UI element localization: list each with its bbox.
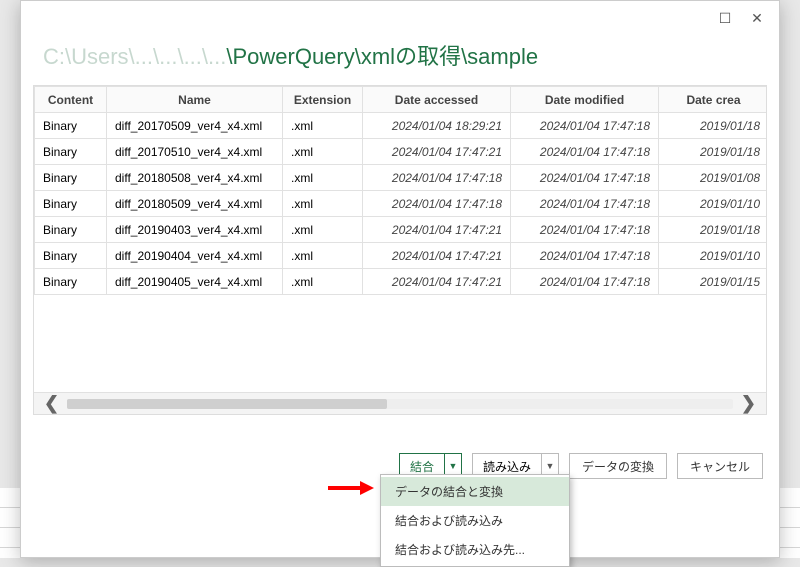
path-visible: \PowerQuery\xmlの取得\sample [226,44,538,69]
cell-ext: .xml [283,269,363,295]
transform-data-button[interactable]: データの変換 [569,453,667,479]
col-extension[interactable]: Extension [283,87,363,113]
col-name[interactable]: Name [107,87,283,113]
cell-accessed: 2024/01/04 17:47:21 [363,269,511,295]
col-created[interactable]: Date crea [659,87,768,113]
cell-ext: .xml [283,243,363,269]
scroll-thumb[interactable] [67,399,387,409]
cell-content: Binary [35,217,107,243]
cell-ext: .xml [283,191,363,217]
cell-name: diff_20180509_ver4_x4.xml [107,191,283,217]
cell-accessed: 2024/01/04 17:47:18 [363,165,511,191]
combine-dropdown-menu: データの結合と変換 結合および読み込み 結合および読み込み先... [380,474,570,567]
cell-ext: .xml [283,165,363,191]
menu-combine-load[interactable]: 結合および読み込み [381,506,569,535]
cell-modified: 2024/01/04 17:47:18 [511,165,659,191]
annotation-arrow [326,479,374,497]
cell-created: 2019/01/18 [659,139,768,165]
cell-created: 2019/01/08 [659,165,768,191]
cell-name: diff_20180508_ver4_x4.xml [107,165,283,191]
cell-created: 2019/01/18 [659,113,768,139]
cell-content: Binary [35,113,107,139]
cell-ext: .xml [283,113,363,139]
close-icon[interactable]: ✕ [743,7,771,29]
cell-accessed: 2024/01/04 17:47:21 [363,217,511,243]
cell-modified: 2024/01/04 17:47:18 [511,217,659,243]
cell-created: 2019/01/15 [659,269,768,295]
col-modified[interactable]: Date modified [511,87,659,113]
menu-combine-transform[interactable]: データの結合と変換 [381,477,569,506]
cell-ext: .xml [283,217,363,243]
cancel-button[interactable]: キャンセル [677,453,763,479]
scroll-left-icon[interactable]: ❮ [44,393,59,414]
cell-name: diff_20190405_ver4_x4.xml [107,269,283,295]
cell-accessed: 2024/01/04 17:47:21 [363,243,511,269]
cell-created: 2019/01/10 [659,191,768,217]
cell-modified: 2024/01/04 17:47:18 [511,243,659,269]
cell-content: Binary [35,191,107,217]
cell-accessed: 2024/01/04 18:29:21 [363,113,511,139]
table-row[interactable]: Binarydiff_20190404_ver4_x4.xml.xml2024/… [35,243,768,269]
table-row[interactable]: Binarydiff_20180509_ver4_x4.xml.xml2024/… [35,191,768,217]
cell-modified: 2024/01/04 17:47:18 [511,269,659,295]
table-row[interactable]: Binarydiff_20180508_ver4_x4.xml.xml2024/… [35,165,768,191]
cell-modified: 2024/01/04 17:47:18 [511,191,659,217]
table-header-row: Content Name Extension Date accessed Dat… [35,87,768,113]
col-accessed[interactable]: Date accessed [363,87,511,113]
path-prefix: C:\Users\...\...\...\... [43,44,226,69]
maximize-icon[interactable]: ☐ [711,7,739,29]
cell-name: diff_20190404_ver4_x4.xml [107,243,283,269]
titlebar: ☐ ✕ [21,1,779,35]
cell-content: Binary [35,269,107,295]
folder-path: C:\Users\...\...\...\...\PowerQuery\xmlの… [21,35,779,85]
cell-content: Binary [35,165,107,191]
table-row[interactable]: Binarydiff_20170510_ver4_x4.xml.xml2024/… [35,139,768,165]
cell-created: 2019/01/18 [659,217,768,243]
menu-combine-load-to[interactable]: 結合および読み込み先... [381,535,569,564]
cell-accessed: 2024/01/04 17:47:21 [363,139,511,165]
scroll-right-icon[interactable]: ❯ [741,393,756,414]
preview-table: Content Name Extension Date accessed Dat… [34,86,767,295]
cell-content: Binary [35,139,107,165]
preview-table-container: Content Name Extension Date accessed Dat… [33,85,767,415]
cell-name: diff_20170509_ver4_x4.xml [107,113,283,139]
scroll-track[interactable] [67,399,733,409]
cell-modified: 2024/01/04 17:47:18 [511,113,659,139]
horizontal-scrollbar[interactable]: ❮ ❯ [34,392,766,414]
cell-accessed: 2024/01/04 17:47:18 [363,191,511,217]
table-row[interactable]: Binarydiff_20190403_ver4_x4.xml.xml2024/… [35,217,768,243]
table-row[interactable]: Binarydiff_20170509_ver4_x4.xml.xml2024/… [35,113,768,139]
col-content[interactable]: Content [35,87,107,113]
cell-ext: .xml [283,139,363,165]
table-row[interactable]: Binarydiff_20190405_ver4_x4.xml.xml2024/… [35,269,768,295]
cell-name: diff_20190403_ver4_x4.xml [107,217,283,243]
cell-content: Binary [35,243,107,269]
cell-name: diff_20170510_ver4_x4.xml [107,139,283,165]
cell-created: 2019/01/10 [659,243,768,269]
cell-modified: 2024/01/04 17:47:18 [511,139,659,165]
